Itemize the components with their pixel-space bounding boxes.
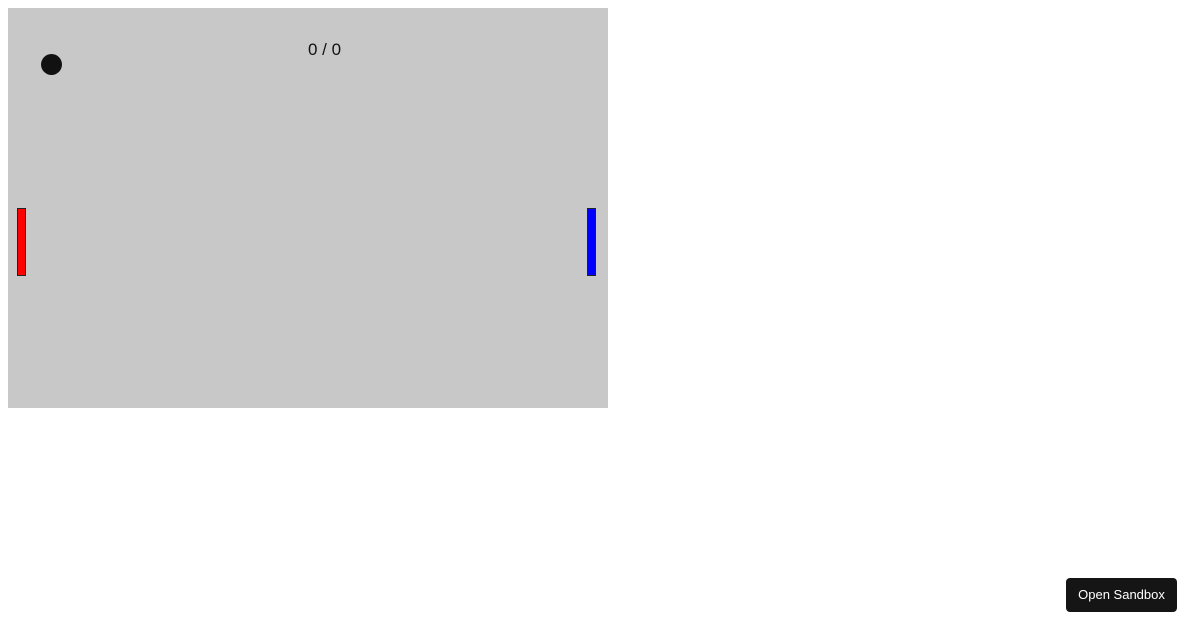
open-sandbox-button[interactable]: Open Sandbox <box>1066 578 1177 612</box>
page: 0 / 0 Open Sandbox <box>0 0 1200 630</box>
score-display: 0 / 0 <box>308 40 342 59</box>
pong-game-canvas[interactable]: 0 / 0 <box>8 8 608 408</box>
ball <box>41 54 62 75</box>
left-paddle[interactable] <box>17 208 26 276</box>
right-paddle <box>587 208 596 276</box>
